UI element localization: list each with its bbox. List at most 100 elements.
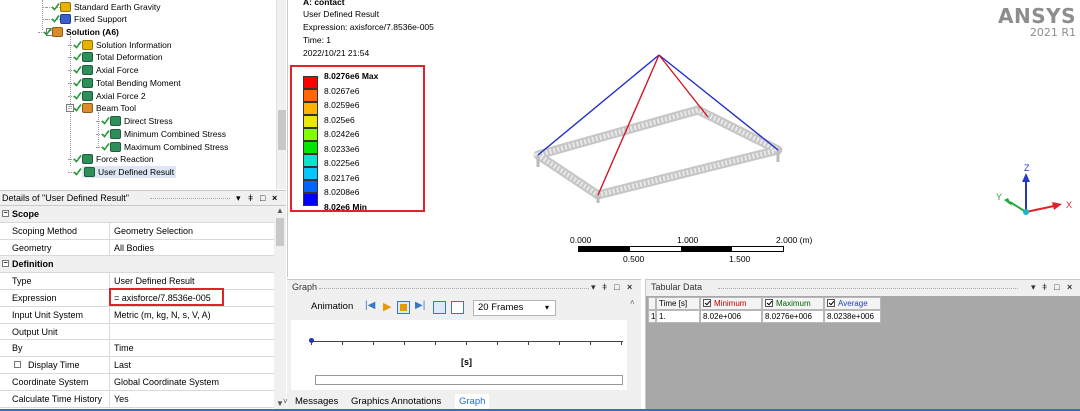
dropdown-arrow-icon[interactable]: ▾ bbox=[591, 280, 596, 295]
tree-item[interactable]: Minimum Combined Stress bbox=[101, 128, 226, 140]
dropdown-arrow-icon[interactable]: ▾ bbox=[1031, 280, 1036, 295]
column-header-minimum[interactable]: Minimum bbox=[700, 297, 762, 310]
tree-item[interactable]: Force Reaction bbox=[73, 153, 154, 165]
rewind-icon[interactable]: |◀ bbox=[365, 300, 375, 311]
tree-scroll-thumb[interactable] bbox=[278, 110, 286, 150]
average-checkbox[interactable] bbox=[827, 299, 835, 307]
tree-connector bbox=[68, 159, 78, 160]
tree-item[interactable]: Fixed Support bbox=[51, 13, 127, 25]
detail-row-calculate-time-history[interactable]: Calculate Time History Yes bbox=[0, 390, 274, 408]
tree-item-label: Solution (A6) bbox=[66, 27, 119, 37]
scroll-up-icon[interactable]: ▲ bbox=[276, 206, 284, 215]
tree-item[interactable]: Solution Information bbox=[73, 39, 172, 51]
stop-button[interactable] bbox=[397, 301, 410, 314]
pin-icon[interactable]: ǂ bbox=[248, 191, 253, 205]
color-legend-bar bbox=[303, 76, 318, 206]
column-header-maximum[interactable]: Maximum bbox=[762, 297, 824, 310]
details-scroll-thumb[interactable] bbox=[276, 218, 284, 246]
animation-toolbar: Animation |◀ ▶ ▶| 20 Frames ▾ ˄ bbox=[287, 297, 641, 319]
graphics-viewport[interactable]: A: contact User Defined Result Expressio… bbox=[287, 0, 1080, 277]
section-scope[interactable]: − Scope bbox=[0, 206, 274, 223]
result-sets-button[interactable] bbox=[451, 301, 464, 314]
detail-value[interactable]: Metric (m, kg, N, s, V, A) bbox=[111, 307, 274, 323]
detail-value[interactable] bbox=[111, 324, 274, 340]
close-icon[interactable]: × bbox=[272, 191, 277, 205]
restore-icon[interactable]: □ bbox=[260, 191, 265, 205]
restore-icon[interactable]: □ bbox=[614, 280, 619, 295]
distributed-frames-button[interactable] bbox=[433, 301, 446, 314]
beam-model-render[interactable] bbox=[528, 45, 788, 205]
scale-segment bbox=[579, 247, 630, 251]
detail-row-scoping-method[interactable]: Scoping Method Geometry Selection bbox=[0, 222, 274, 240]
detail-row-output-unit[interactable]: Output Unit bbox=[0, 323, 274, 341]
frames-select[interactable]: 20 Frames ▾ bbox=[473, 300, 556, 316]
ansys-logo: ANSYS bbox=[997, 4, 1076, 28]
tab-messages[interactable]: Messages bbox=[295, 394, 338, 410]
tree-item[interactable]: Axial Force bbox=[73, 64, 139, 76]
minimum-checkbox[interactable] bbox=[703, 299, 711, 307]
detail-key: Calculate Time History bbox=[0, 390, 110, 407]
pin-icon[interactable]: ǂ bbox=[1042, 280, 1047, 295]
tree-item[interactable]: Axial Force 2 bbox=[73, 90, 146, 102]
column-header-time[interactable]: Time [s] bbox=[656, 297, 700, 310]
close-icon[interactable]: × bbox=[1067, 280, 1072, 295]
tree-item[interactable]: Total Bending Moment bbox=[73, 77, 181, 89]
column-header-average[interactable]: Average bbox=[824, 297, 881, 310]
detail-value[interactable]: User Defined Result bbox=[111, 273, 274, 289]
scale-label: 2.000 (m) bbox=[776, 235, 813, 245]
maximum-checkbox[interactable] bbox=[765, 299, 773, 307]
tree-item[interactable]: Standard Earth Gravity bbox=[51, 1, 161, 13]
cell-maximum[interactable]: 8.0276e+006 bbox=[762, 310, 824, 323]
cell-time[interactable]: 1. bbox=[656, 310, 700, 323]
axis-tick bbox=[621, 341, 622, 345]
detail-key: Geometry bbox=[0, 239, 110, 256]
cell-minimum[interactable]: 8.02e+006 bbox=[700, 310, 762, 323]
detail-key: Display Time bbox=[0, 357, 110, 373]
detail-row-coordinate-system[interactable]: Coordinate System Global Coordinate Syst… bbox=[0, 373, 274, 391]
detail-row-geometry[interactable]: Geometry All Bodies bbox=[0, 239, 274, 257]
close-icon[interactable]: × bbox=[627, 280, 632, 295]
axis-tick bbox=[404, 341, 405, 345]
play-icon[interactable]: ▶ bbox=[383, 300, 391, 313]
tree-item[interactable]: User Defined Result bbox=[73, 166, 177, 178]
column-header-label: Maximum bbox=[776, 299, 811, 308]
detail-value[interactable]: Yes bbox=[111, 391, 274, 407]
detail-row-input-unit-system[interactable]: Input Unit System Metric (m, kg, N, s, V… bbox=[0, 306, 274, 324]
pin-icon[interactable]: ǂ bbox=[602, 280, 607, 295]
tree-item[interactable]: Solution (A6) bbox=[43, 26, 119, 38]
time-slider[interactable] bbox=[315, 375, 623, 385]
restore-icon[interactable]: □ bbox=[1054, 280, 1059, 295]
tree-item-label: Maximum Combined Stress bbox=[124, 142, 229, 152]
details-scrollbar[interactable]: ▲ ▼ bbox=[274, 206, 286, 411]
detail-value[interactable]: Time bbox=[111, 340, 274, 356]
scroll-down-icon[interactable]: ˅ bbox=[283, 394, 288, 410]
tree-item[interactable]: Total Deformation bbox=[73, 51, 163, 63]
forward-icon[interactable]: ▶| bbox=[415, 300, 425, 311]
graph-plot-area[interactable]: [s] bbox=[291, 320, 627, 390]
chevron-down-icon: ▾ bbox=[544, 303, 549, 312]
cell-average[interactable]: 8.0238e+006 bbox=[824, 310, 881, 323]
axis-tick bbox=[559, 341, 560, 345]
detail-value[interactable]: Last bbox=[111, 357, 274, 373]
model-title: A: contact bbox=[303, 0, 345, 7]
tree-item[interactable]: Maximum Combined Stress bbox=[101, 141, 229, 153]
tree-item-label: Axial Force bbox=[96, 65, 139, 75]
detail-value[interactable]: Geometry Selection bbox=[111, 223, 274, 239]
detail-value[interactable]: All Bodies bbox=[111, 240, 274, 256]
axis-triad[interactable]: Z X Y bbox=[988, 160, 1078, 230]
tree-scrollbar[interactable] bbox=[276, 0, 286, 189]
detail-row-display-time[interactable]: Display Time Last bbox=[0, 357, 274, 374]
fixed-support-icon bbox=[60, 14, 71, 24]
dropdown-arrow-icon[interactable]: ▾ bbox=[236, 191, 241, 205]
tree-item[interactable]: Beam Tool bbox=[73, 102, 136, 114]
tab-graphics-annotations[interactable]: Graphics Annotations bbox=[351, 394, 441, 410]
tree-item[interactable]: Direct Stress bbox=[101, 115, 173, 127]
tree-item-label: Standard Earth Gravity bbox=[74, 2, 161, 12]
detail-value[interactable]: Global Coordinate System bbox=[111, 374, 274, 390]
scroll-up-icon[interactable]: ˄ bbox=[630, 298, 635, 307]
detail-row-by[interactable]: By Time bbox=[0, 340, 274, 358]
section-definition[interactable]: − Definition bbox=[0, 256, 274, 274]
legend-color-band bbox=[303, 167, 318, 180]
tree-connector bbox=[68, 108, 78, 109]
tree-connector bbox=[68, 83, 78, 84]
